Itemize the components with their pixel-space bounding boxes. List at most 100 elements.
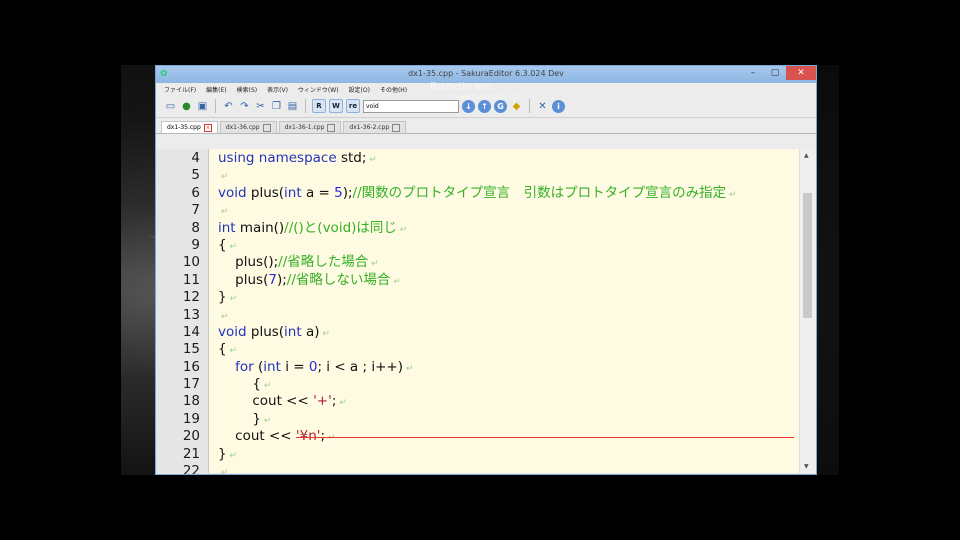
code-line[interactable]: 8 int main()//()と(void)は同じ ↵ [156, 220, 816, 237]
menu-item[interactable]: 編集(E) [206, 85, 226, 94]
file-tab[interactable]: dx1-36-1.cpp [278, 121, 342, 133]
cut-icon[interactable]: ✂ [254, 100, 267, 113]
code-token: int [284, 184, 302, 201]
cursor-line-underline [296, 437, 794, 439]
minimize-button[interactable]: – [742, 66, 764, 80]
line-number: 16 [182, 358, 200, 375]
menu-item[interactable]: 表示(V) [267, 85, 288, 94]
regex-toggle[interactable]: re [346, 99, 360, 113]
code-token: //関数のプロトタイプ宣言 引数はプロトタイプ宣言のみ指定 [352, 184, 727, 201]
case-sensitive-toggle[interactable]: R [312, 99, 326, 113]
toolbar-separator [215, 99, 216, 113]
code-line[interactable]: 18 cout << '+'; ↵ [156, 393, 816, 410]
tab-close-icon[interactable] [392, 123, 401, 132]
redo-icon[interactable]: ↷ [238, 100, 251, 113]
code-line[interactable]: 17 { ↵ [156, 376, 816, 393]
code-line[interactable]: 21} ↵ [156, 446, 816, 463]
code-line[interactable]: 13 ↵ [156, 307, 816, 324]
file-tab-label: dx1-36-1.cpp [284, 124, 325, 131]
code-line[interactable]: 20 cout << '¥n'; ↵ [156, 428, 816, 445]
code-token: using namespace [218, 150, 337, 166]
code-token: '+' [313, 393, 332, 410]
scroll-down-icon[interactable]: ▼ [804, 463, 809, 470]
line-number: 5 [191, 167, 200, 184]
code-line[interactable]: 7 ↵ [156, 202, 816, 219]
code-token: ; i < a ; i++) [317, 358, 403, 375]
grep-icon[interactable]: G [494, 99, 507, 113]
code-token: { [218, 341, 227, 358]
newline-marker-icon: ↵ [218, 311, 229, 322]
undo-icon[interactable]: ↶ [222, 100, 235, 113]
file-tab[interactable]: dx1-36-2.cpp [343, 121, 407, 133]
tab-close-icon[interactable]: × [203, 123, 212, 132]
code-token: ( [253, 358, 264, 375]
tab-close-icon[interactable] [327, 123, 336, 132]
window-title: dx1-35.cpp - SakuraEditor 6.3.024 Dev [408, 69, 564, 78]
code-token: ); [276, 271, 287, 288]
code-line[interactable]: 9 { ↵ [156, 237, 816, 254]
file-tab-label: dx1-36-2.cpp [349, 124, 390, 131]
menu-item[interactable]: 設定(O) [349, 85, 370, 94]
code-token: a) [301, 323, 320, 340]
line-number: 21 [182, 445, 200, 462]
code-token: a = [301, 184, 335, 201]
code-line[interactable]: 4 using namespace std; ↵ [156, 150, 816, 167]
newline-marker-icon: ↵ [368, 259, 379, 270]
code-line[interactable]: 12} ↵ [156, 289, 816, 306]
code-line[interactable]: 19 } ↵ [156, 411, 816, 428]
file-tab[interactable]: dx1-35.cpp × [161, 121, 218, 133]
newline-marker-icon: ↵ [260, 415, 272, 426]
line-number: 12 [182, 289, 200, 306]
tab-close-icon[interactable] [262, 123, 271, 132]
whole-word-toggle[interactable]: W [329, 99, 343, 113]
open-file-icon[interactable]: ● [180, 100, 193, 113]
scrollbar-thumb[interactable] [803, 193, 812, 318]
copy-icon[interactable]: ❐ [270, 100, 283, 113]
line-number: 19 [182, 410, 200, 427]
paste-icon[interactable]: ▤ [286, 100, 299, 113]
menu-item[interactable]: ウィンドウ(W) [298, 85, 339, 94]
search-prev-icon[interactable]: ↑ [478, 99, 491, 113]
menu-item[interactable]: 検索(S) [237, 85, 258, 94]
code-token: cout << [218, 393, 314, 410]
code-token: plus( [246, 323, 285, 340]
scroll-up-icon[interactable]: ▲ [804, 152, 809, 159]
file-tab[interactable]: dx1-36.cpp [219, 121, 277, 133]
code-line[interactable]: 5 ↵ [156, 167, 816, 184]
maximize-button[interactable]: ▢ [764, 66, 786, 80]
code-token: '¥n' [295, 428, 321, 445]
new-file-icon[interactable]: ▭ [164, 100, 177, 113]
code-line[interactable]: 11 plus(7);//省略しない場合 ↵ [156, 272, 816, 289]
info-icon[interactable]: i [552, 99, 565, 113]
vertical-scrollbar[interactable]: ▲ ▼ [799, 149, 816, 473]
code-line[interactable]: 6 void plus(int a = 5);//関数のプロトタイプ宣言 引数はプ… [156, 185, 816, 202]
line-number: 8 [191, 219, 200, 236]
menu-item[interactable]: ファイル(F) [164, 85, 196, 94]
line-number: 7 [191, 202, 200, 219]
newline-marker-icon: ↵ [218, 468, 229, 475]
save-file-icon[interactable]: ▣ [196, 100, 209, 113]
search-input[interactable]: void [363, 99, 459, 113]
line-number: 20 [182, 428, 200, 445]
code-token: //省略した場合 [278, 254, 369, 271]
settings-icon[interactable]: ✕ [536, 100, 549, 113]
bookmark-icon[interactable]: ◆ [510, 100, 523, 113]
code-token: void [218, 323, 247, 340]
code-line[interactable]: 16 for (int i = 0; i < a ; i++) ↵ [156, 359, 816, 376]
code-line[interactable]: 10 plus();//省略した場合 ↵ [156, 254, 816, 271]
line-number: 15 [182, 341, 200, 358]
code-token: } [218, 289, 227, 306]
code-line[interactable]: 14 void plus(int a) ↵ [156, 324, 816, 341]
search-next-icon[interactable]: ↓ [462, 99, 475, 113]
menu-item[interactable]: その他(H) [380, 85, 407, 94]
close-button[interactable]: ✕ [786, 66, 816, 80]
newline-marker-icon: ↵ [218, 207, 229, 218]
code-line[interactable]: 22 ↵ [156, 463, 816, 475]
code-editor[interactable]: 4 using namespace std; ↵ 5 ↵ 6 void plus(int… [156, 149, 816, 475]
newline-marker-icon: ↵ [226, 294, 237, 305]
line-number: 13 [182, 306, 200, 323]
code-token: { [218, 376, 261, 393]
code-token: plus( [246, 184, 285, 201]
code-line[interactable]: 15 { ↵ [156, 341, 816, 358]
newline-marker-icon: ↵ [218, 172, 229, 183]
